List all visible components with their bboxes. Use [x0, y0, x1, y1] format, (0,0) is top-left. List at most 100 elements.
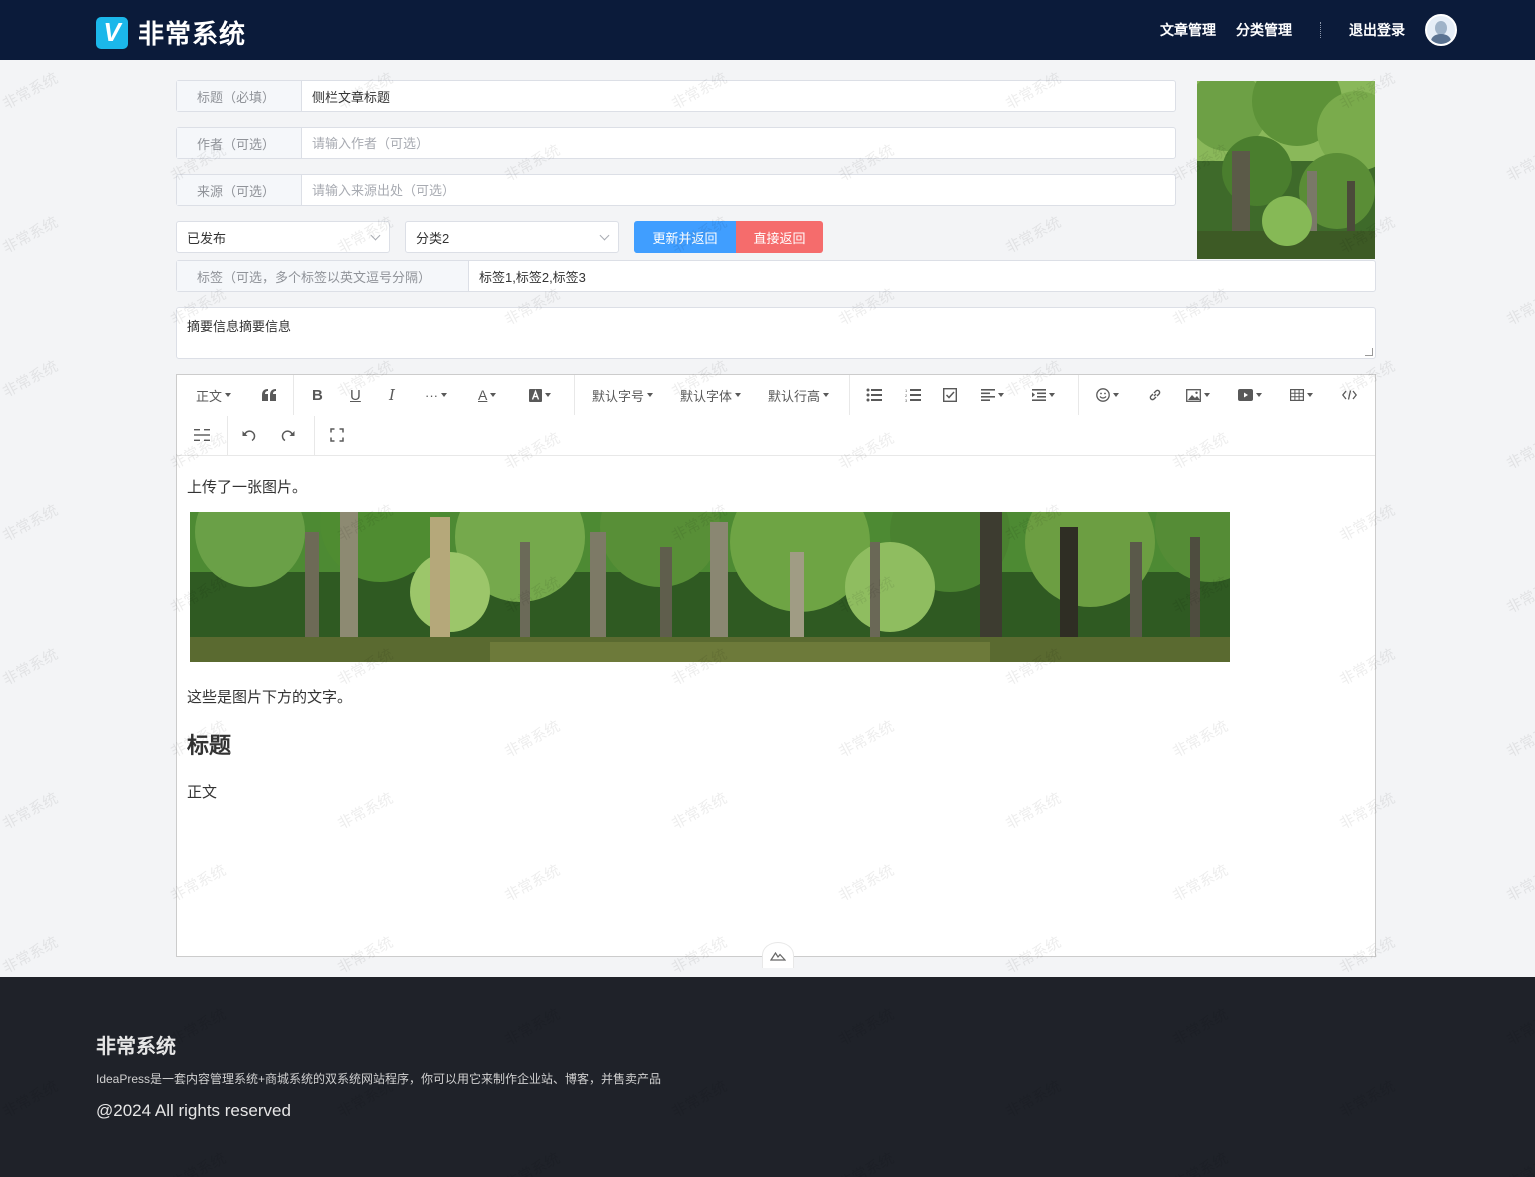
toolbar-divider: [849, 375, 850, 415]
toolbar-divider: [227, 416, 228, 456]
watermark-text: 非常系统: [1002, 213, 1064, 257]
watermark-text: 非常系统: [0, 645, 61, 689]
resize-handle[interactable]: [1365, 348, 1373, 356]
font-color-menu[interactable]: A: [478, 383, 496, 407]
bulleted-list-icon: [866, 388, 882, 402]
editor-paragraph: 这些是图片下方的文字。: [187, 689, 353, 706]
category-select[interactable]: 分类2: [405, 221, 619, 253]
editor-paragraph: 上传了一张图片。: [187, 479, 308, 496]
redo-icon: [281, 429, 295, 441]
insert-image-menu[interactable]: [1186, 383, 1210, 407]
toolbar-divider: [1078, 375, 1079, 415]
brand-logo[interactable]: V 非常系统: [96, 14, 246, 51]
background-color-menu[interactable]: [529, 383, 551, 407]
summary-textarea[interactable]: 摘要信息摘要信息: [176, 307, 1376, 359]
cover-thumbnail[interactable]: [1197, 81, 1375, 259]
link-icon: [1149, 389, 1161, 401]
title-field-label: 标题（必填）: [177, 81, 302, 111]
content-image[interactable]: [190, 512, 1230, 662]
watermark-text: 非常系统: [1503, 573, 1535, 617]
watermark-text: 非常系统: [1503, 717, 1535, 761]
footer-title: 非常系统: [96, 1036, 176, 1058]
undo-button[interactable]: [242, 423, 257, 447]
rich-text-editor: 正文 B U I ··· A 默认字号 默认字体 默认行高 123 上传了一张图…: [176, 374, 1376, 968]
italic-button[interactable]: I: [389, 383, 395, 407]
brand-logo-icon: V: [96, 16, 128, 49]
brand-name: 非常系统: [138, 19, 247, 49]
divider-line-button[interactable]: [194, 423, 210, 447]
todo-list-button[interactable]: [943, 383, 957, 407]
code-icon: [1342, 390, 1357, 400]
source-input[interactable]: [302, 175, 1175, 205]
title-field: 标题（必填）: [176, 80, 1176, 112]
fullscreen-icon: [330, 428, 344, 442]
watermark-text: 非常系统: [1503, 141, 1535, 185]
nav-articles-link[interactable]: 文章管理: [1160, 20, 1216, 40]
tags-input[interactable]: [469, 261, 1375, 291]
author-input[interactable]: [302, 128, 1175, 158]
horizontal-rule-icon: [194, 429, 210, 441]
mountain-icon: [770, 951, 786, 961]
quote-icon: [262, 389, 276, 401]
toolbar-divider: [314, 416, 315, 456]
nav-categories-link[interactable]: 分类管理: [1236, 20, 1292, 40]
insert-link-button[interactable]: [1148, 383, 1162, 407]
editor-paragraph: 正文: [187, 784, 218, 801]
logout-link[interactable]: 退出登录: [1349, 20, 1405, 40]
summary-text: 摘要信息摘要信息: [187, 319, 292, 334]
top-header: V 非常系统 文章管理 分类管理 退出登录: [0, 0, 1535, 60]
footer-description: IdeaPress是一套内容管理系统+商城系统的双系统网站程序，你可以用它来制作…: [96, 1072, 662, 1086]
editor-brand-badge[interactable]: [762, 942, 794, 968]
more-icon: ···: [425, 387, 438, 403]
font-size-menu[interactable]: 默认字号: [592, 383, 653, 407]
watermark-text: 非常系统: [0, 933, 61, 977]
status-select[interactable]: 已发布: [176, 221, 390, 253]
more-styles-menu[interactable]: ···: [425, 383, 447, 407]
back-button[interactable]: 直接返回: [736, 221, 823, 253]
author-field-label: 作者（可选）: [177, 128, 302, 158]
editor-heading: 标题: [187, 733, 232, 758]
svg-text:3: 3: [905, 398, 908, 402]
bulleted-list-button[interactable]: [866, 383, 882, 407]
numbered-list-button[interactable]: 123: [905, 383, 921, 407]
paragraph-format-label: 正文: [196, 388, 223, 404]
redo-button[interactable]: [280, 423, 295, 447]
underline-button[interactable]: U: [350, 383, 361, 407]
insert-table-menu[interactable]: [1290, 383, 1313, 407]
watermark-text: 非常系统: [0, 213, 61, 257]
align-menu[interactable]: [981, 383, 1004, 407]
user-avatar[interactable]: [1425, 14, 1457, 46]
bold-button[interactable]: B: [312, 383, 323, 407]
page-footer: 非常系统 IdeaPress是一套内容管理系统+商城系统的双系统网站程序，你可以…: [0, 977, 1535, 1177]
editor-toolbar: 正文 B U I ··· A 默认字号 默认字体 默认行高 123: [177, 375, 1375, 456]
table-icon: [1290, 389, 1304, 401]
update-and-return-button[interactable]: 更新并返回: [634, 221, 736, 253]
font-size-label: 默认字号: [592, 388, 645, 404]
bold-icon: B: [312, 386, 323, 404]
watermark-text: 非常系统: [0, 789, 61, 833]
undo-icon: [242, 429, 256, 441]
top-nav: 文章管理 分类管理 退出登录: [1140, 0, 1457, 60]
chevron-down-icon: [370, 230, 381, 240]
watermark-text: 非常系统: [0, 501, 61, 545]
indent-menu[interactable]: [1032, 383, 1055, 407]
fullscreen-button[interactable]: [330, 423, 344, 447]
insert-video-menu[interactable]: [1238, 383, 1262, 407]
blockquote-button[interactable]: [261, 383, 277, 407]
line-height-menu[interactable]: 默认行高: [768, 383, 829, 407]
tags-field-label: 标签（可选，多个标签以英文逗号分隔）: [177, 261, 469, 291]
font-family-menu[interactable]: 默认字体: [680, 383, 741, 407]
line-height-label: 默认行高: [768, 388, 821, 404]
watermark-text: 非常系统: [1503, 429, 1535, 473]
smiley-icon: [1096, 388, 1110, 402]
paragraph-format-menu[interactable]: 正文: [196, 383, 231, 407]
toolbar-divider: [574, 375, 575, 415]
footer-copyright: @2024 All rights reserved: [96, 1101, 291, 1120]
code-view-button[interactable]: [1342, 383, 1357, 407]
source-field-label: 来源（可选）: [177, 175, 302, 205]
checkbox-icon: [943, 388, 957, 402]
watermark-text: 非常系统: [1503, 285, 1535, 329]
title-input[interactable]: [302, 81, 1175, 111]
emoji-menu[interactable]: [1096, 383, 1119, 407]
align-left-icon: [981, 389, 995, 401]
